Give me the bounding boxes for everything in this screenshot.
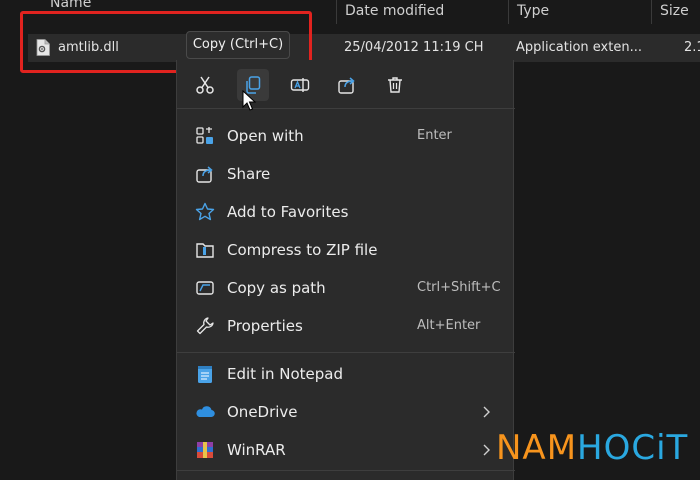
delete-icon (388, 77, 402, 93)
delete-button[interactable] (379, 69, 411, 101)
menu-item-label: Copy as path (227, 279, 326, 297)
winrar-icon (197, 442, 213, 458)
share-quick-button[interactable] (331, 69, 363, 101)
menu-item-share[interactable]: Share (185, 156, 507, 192)
onedrive-cloud-icon (196, 406, 215, 418)
copy-tooltip: Copy (Ctrl+C) (186, 31, 290, 59)
share-icon (196, 166, 213, 183)
column-header-size[interactable]: Size (652, 0, 700, 24)
menu-divider (177, 108, 515, 109)
watermark-part2: HOCiT (577, 428, 689, 468)
file-type: Application exten... (516, 40, 642, 55)
context-menu: Open with Enter Share Add to Favorites C… (176, 60, 515, 480)
cut-button[interactable] (189, 69, 221, 101)
menu-item-shortcut: Enter (417, 128, 452, 143)
file-name: amtlib.dll (58, 40, 119, 55)
notepad-icon (198, 366, 212, 383)
menu-item-label: Open with (227, 127, 304, 145)
menu-item-add-to-favorites[interactable]: Add to Favorites (185, 194, 507, 230)
menu-item-label: Add to Favorites (227, 203, 349, 221)
mouse-cursor-icon (242, 90, 256, 111)
chevron-right-icon (483, 406, 490, 418)
menu-item-copy-as-path[interactable]: Copy as path Ctrl+Shift+C (185, 270, 507, 306)
star-icon (195, 202, 215, 221)
watermark-logo: NAMHOCiT (496, 428, 688, 468)
rename-button[interactable] (284, 69, 316, 101)
column-header-date-modified[interactable]: Date modified (337, 0, 507, 24)
menu-item-open-with[interactable]: Open with Enter (185, 118, 507, 154)
zip-folder-icon (196, 243, 214, 258)
column-header-name[interactable]: Name (42, 0, 182, 16)
menu-divider (177, 352, 515, 353)
menu-item-shortcut: Alt+Enter (417, 318, 481, 333)
menu-item-label: WinRAR (227, 441, 286, 459)
column-header-type[interactable]: Type (509, 0, 649, 24)
share-icon (338, 77, 355, 94)
wrench-icon (196, 317, 214, 335)
dll-file-icon (36, 39, 50, 56)
copy-path-icon (196, 281, 214, 295)
menu-item-onedrive[interactable]: OneDrive (185, 394, 507, 430)
watermark-part1: NAM (496, 428, 578, 468)
menu-item-label: Properties (227, 317, 303, 335)
menu-item-compress-to-zip[interactable]: Compress to ZIP file (185, 232, 507, 268)
menu-item-winrar[interactable]: WinRAR (185, 432, 507, 468)
chevron-right-icon (483, 444, 490, 456)
file-date-modified: 25/04/2012 11:19 CH (344, 40, 484, 55)
menu-item-label: Edit in Notepad (227, 365, 344, 383)
menu-item-label: Share (227, 165, 271, 183)
open-with-icon (196, 127, 213, 144)
menu-divider (177, 470, 515, 471)
rename-icon (290, 78, 310, 92)
file-row[interactable]: amtlib.dll 25/04/2012 11:19 CH Applicati… (28, 34, 700, 62)
menu-item-properties[interactable]: Properties Alt+Enter (185, 308, 507, 344)
menu-item-edit-in-notepad[interactable]: Edit in Notepad (185, 356, 507, 392)
menu-item-label: OneDrive (227, 403, 298, 421)
column-header-row: Name Date modified Type Size (0, 0, 700, 24)
cut-icon (196, 76, 214, 94)
menu-item-label: Compress to ZIP file (227, 241, 378, 259)
file-size: 2.1 (684, 40, 700, 55)
menu-item-shortcut: Ctrl+Shift+C (417, 280, 501, 295)
